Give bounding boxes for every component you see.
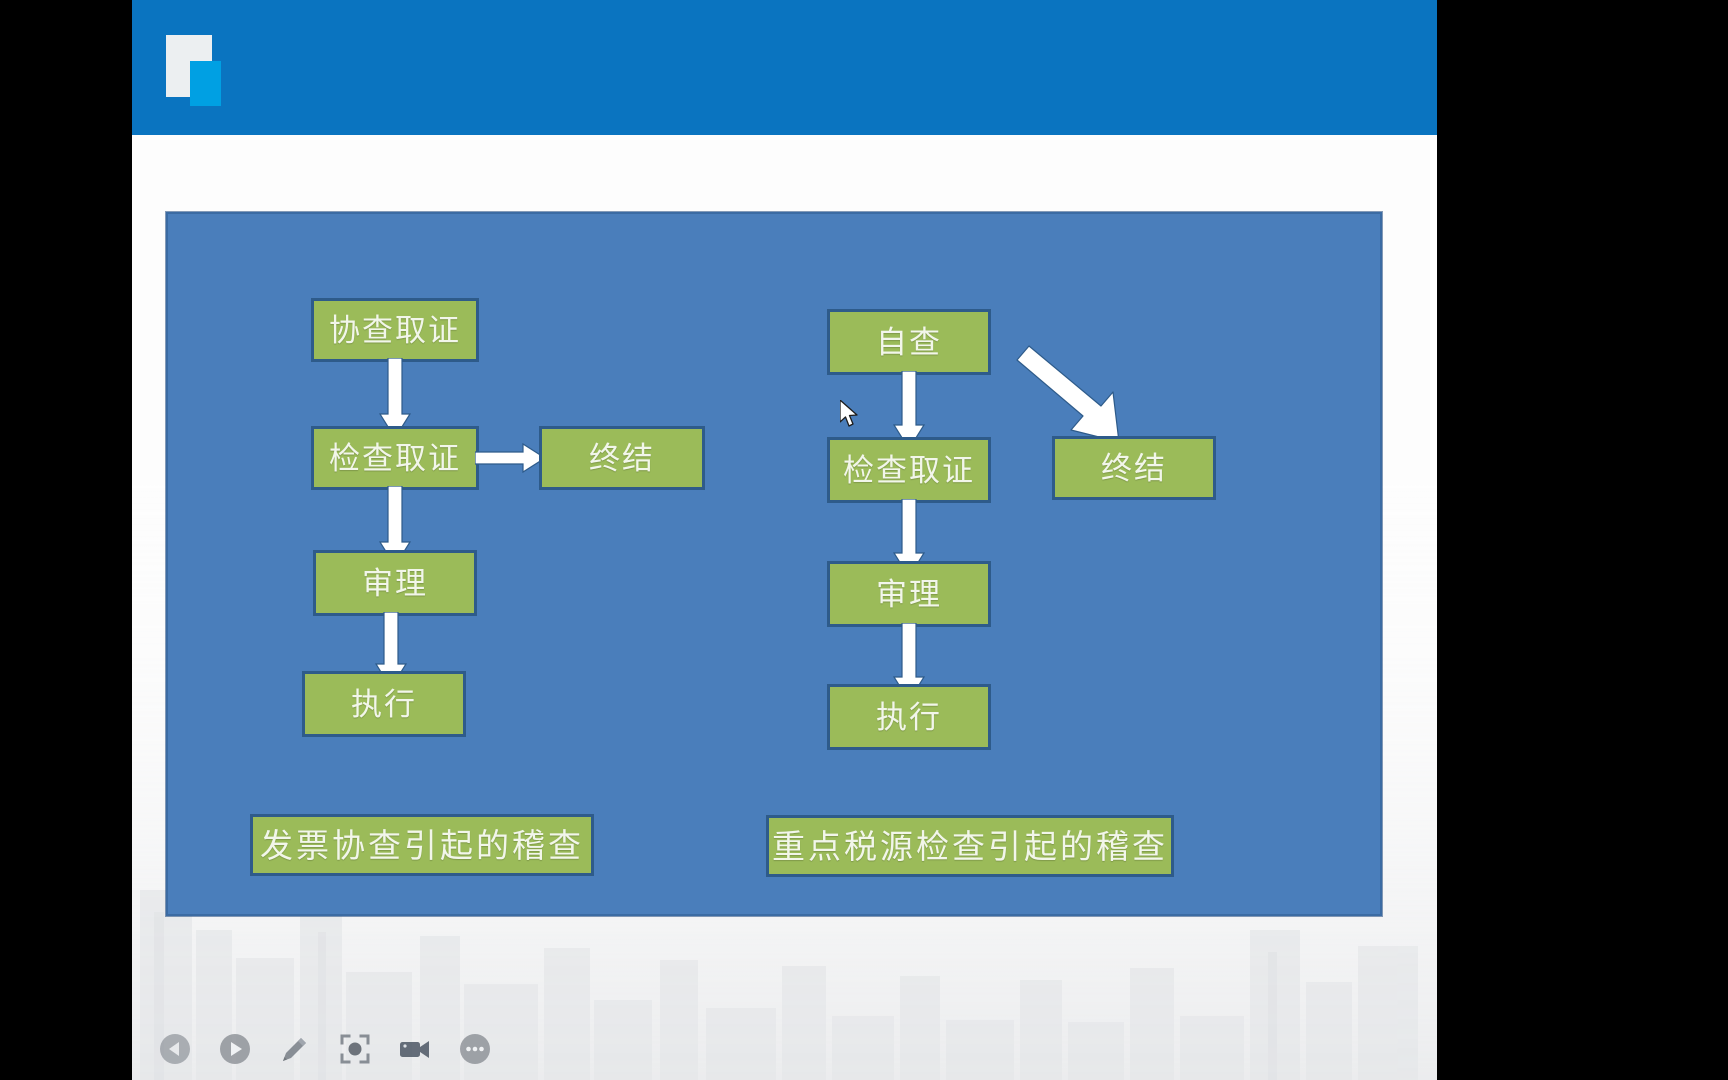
more-icon: [460, 1034, 490, 1064]
node-jiancha-quzheng[interactable]: 检查取证: [311, 426, 479, 490]
caption-right-flow: 重点税源检查引起的稽查: [766, 815, 1174, 877]
document-column: 协查取证 检查取证 终结 审理 执行 发票协查引起的稽查 自查 终结 检查取证 …: [132, 0, 1437, 1080]
video-icon: [400, 1041, 429, 1058]
letterbox-left: [0, 0, 132, 1080]
paper-area: 协查取证 检查取证 终结 审理 执行 发票协查引起的稽查 自查 终结 检查取证 …: [132, 135, 1437, 1080]
caption-label: 发票协查引起的稽查: [260, 826, 584, 864]
logo-cyan-sheet: [190, 61, 221, 106]
previous-icon: [160, 1034, 190, 1064]
app-header-bar: [132, 0, 1437, 135]
player-toolbar: [158, 1032, 492, 1066]
annotate-button[interactable]: [278, 1032, 312, 1066]
previous-button[interactable]: [158, 1032, 192, 1066]
node-label: 审理: [362, 565, 428, 601]
screen-root: 协查取证 检查取证 终结 审理 执行 发票协查引起的稽查 自查 终结 检查取证 …: [0, 0, 1728, 1080]
slide-panel: 协查取证 检查取证 终结 审理 执行 发票协查引起的稽查 自查 终结 检查取证 …: [166, 212, 1382, 916]
node-zhixing-left[interactable]: 执行: [302, 671, 466, 737]
node-zhixing-right[interactable]: 执行: [827, 684, 991, 750]
record-button[interactable]: [398, 1032, 432, 1066]
more-button[interactable]: [458, 1032, 492, 1066]
node-label: 终结: [589, 440, 655, 476]
snapshot-button[interactable]: [338, 1032, 372, 1066]
mouse-cursor-icon: [840, 400, 858, 427]
node-zhongjie-right[interactable]: 终结: [1052, 436, 1216, 500]
snapshot-icon: [340, 1034, 370, 1064]
node-shenli-right[interactable]: 审理: [827, 561, 991, 627]
node-label: 审理: [876, 576, 942, 612]
node-label: 自查: [876, 324, 942, 360]
node-zicha[interactable]: 自查: [827, 309, 991, 375]
pencil-icon: [283, 1038, 306, 1061]
node-xiecha-quzheng[interactable]: 协查取证: [311, 298, 479, 362]
letterbox-right: [1437, 0, 1728, 1080]
arrow-jiancha-to-zhongjie: [475, 442, 547, 474]
node-jiancha-quzheng-right[interactable]: 检查取证: [827, 437, 991, 503]
node-shenli-left[interactable]: 审理: [313, 550, 477, 616]
node-label: 检查取证: [843, 452, 975, 488]
node-label: 执行: [351, 686, 417, 722]
caption-label: 重点税源检查引起的稽查: [772, 827, 1168, 865]
node-label: 执行: [876, 699, 942, 735]
play-icon: [220, 1034, 250, 1064]
node-label: 协查取证: [329, 312, 461, 348]
caption-left-flow: 发票协查引起的稽查: [250, 814, 594, 876]
node-label: 检查取证: [329, 440, 461, 476]
node-zhongjie-left[interactable]: 终结: [539, 426, 705, 490]
play-button[interactable]: [218, 1032, 252, 1066]
node-label: 终结: [1101, 450, 1167, 486]
brand-logo-icon: [166, 35, 230, 115]
